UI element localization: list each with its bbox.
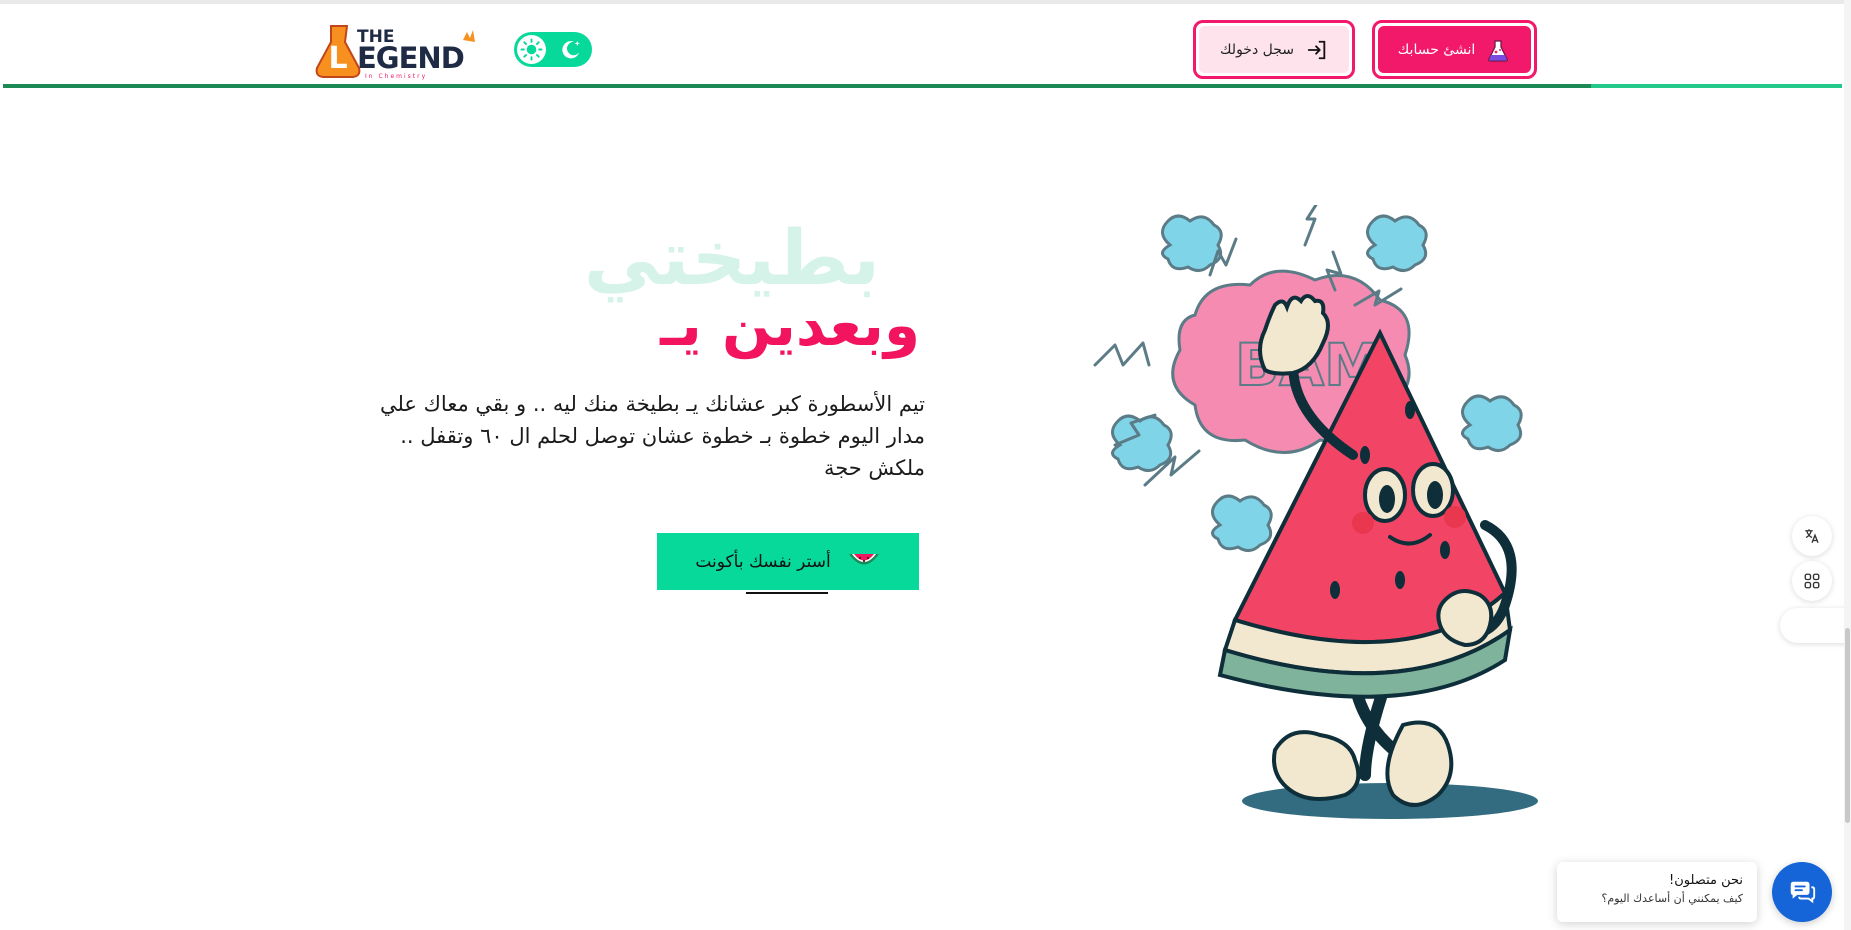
site-logo[interactable]: L THE EGEND In Chemistry xyxy=(313,20,483,80)
chat-greeting-bubble[interactable]: نحن متصلون! كيف يمكنني أن أساعدك اليوم؟ xyxy=(1557,862,1757,922)
logo-tagline: In Chemistry xyxy=(365,73,427,80)
login-label: سجل دخولك xyxy=(1220,41,1295,58)
login-button[interactable]: سجل دخولك xyxy=(1193,20,1355,79)
logo-image: L THE EGEND In Chemistry xyxy=(315,25,475,80)
logo-letter: L xyxy=(328,41,347,76)
register-label: انشئ حسابك xyxy=(1397,41,1476,58)
register-button-inner: انشئ حسابك xyxy=(1378,26,1531,73)
chat-launcher-button[interactable] xyxy=(1772,862,1832,922)
register-button[interactable]: انشئ حسابك xyxy=(1372,20,1537,79)
cta-underline xyxy=(746,592,828,594)
side-pill-widget[interactable] xyxy=(1780,608,1851,643)
chat-icon xyxy=(1790,881,1816,904)
watermelon-mascot-illustration: BAM xyxy=(1093,205,1538,819)
watermelon-icon xyxy=(848,553,879,564)
logo-egend: EGEND xyxy=(357,41,464,75)
scrollbar-thumb[interactable] xyxy=(1845,628,1850,823)
apps-widget[interactable] xyxy=(1792,561,1832,601)
sun-icon xyxy=(520,38,543,61)
chat-greeting-title: نحن متصلون! xyxy=(1669,873,1743,888)
create-account-cta-button[interactable]: أستر نفسك بأكونت xyxy=(657,533,919,590)
theme-toggle[interactable] xyxy=(514,32,592,67)
apps-grid-icon xyxy=(1804,573,1820,589)
translate-widget[interactable] xyxy=(1792,516,1832,556)
chat-greeting-subtitle: كيف يمكنني أن أساعدك اليوم؟ xyxy=(1601,892,1743,905)
hero-description: تيم الأسطورة كبر عشانك يـ بطيخة منك ليه … xyxy=(379,392,925,480)
login-arrow-icon xyxy=(1307,40,1326,59)
page: L THE EGEND In Chemistry سجل دخولك انشئ … xyxy=(0,0,1851,930)
moon-icon xyxy=(562,40,580,59)
login-button-inner: سجل دخولك xyxy=(1199,26,1349,73)
translate-icon xyxy=(1805,529,1819,544)
flask-icon xyxy=(1488,39,1509,62)
site-header: L THE EGEND In Chemistry سجل دخولك انشئ … xyxy=(0,4,1851,86)
scrollbar[interactable] xyxy=(1844,0,1851,930)
hero-title: وبعدين يـ xyxy=(660,291,920,359)
header-progress-bar xyxy=(3,84,1591,88)
cta-label: أستر نفسك بأكونت xyxy=(695,551,831,572)
header-progress-bar-end xyxy=(1591,84,1842,88)
